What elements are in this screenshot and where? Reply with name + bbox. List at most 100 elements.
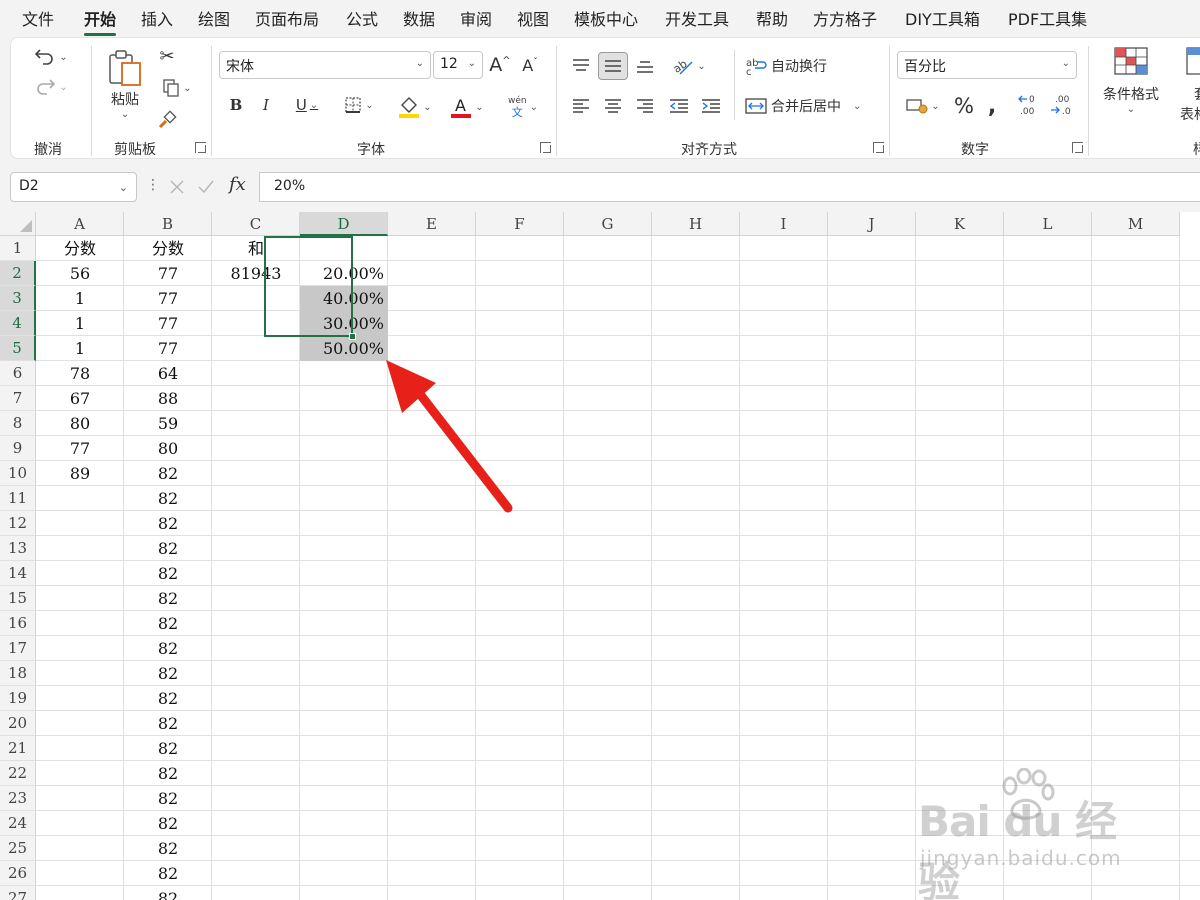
cell-a6[interactable]: 78 (36, 361, 124, 386)
cell-b13[interactable]: 82 (124, 536, 212, 561)
row-header-25[interactable]: 25 (0, 836, 36, 861)
increase-decimal-button[interactable]: 0.00 (1015, 90, 1045, 120)
font-size-combo[interactable]: 12 ⌄ (433, 51, 483, 79)
menu-data[interactable]: 数据 (403, 6, 435, 30)
row-header-19[interactable]: 19 (0, 686, 36, 711)
cell-b25[interactable]: 82 (124, 836, 212, 861)
column-header-e[interactable]: E (388, 212, 476, 236)
cell-c2[interactable]: 81943 (212, 261, 300, 286)
cell-a10[interactable]: 89 (36, 461, 124, 486)
column-header-h[interactable]: H (652, 212, 740, 236)
menu-view[interactable]: 视图 (517, 6, 549, 30)
comma-style-button[interactable]: , (981, 92, 1003, 120)
cell-b5[interactable]: 77 (124, 336, 212, 361)
wrap-text-button[interactable]: ab c 自动换行 (745, 52, 865, 80)
row-header-10[interactable]: 10 (0, 461, 36, 486)
paste-button[interactable]: 粘贴 ⌄ (103, 44, 147, 124)
row-header-22[interactable]: 22 (0, 761, 36, 786)
format-painter-button[interactable] (153, 108, 181, 132)
cell-a5[interactable]: 1 (36, 336, 124, 361)
redo-button[interactable]: ⌄ (29, 74, 73, 100)
select-all-corner[interactable] (0, 212, 36, 236)
font-name-combo[interactable]: 宋体 ⌄ (219, 51, 431, 79)
column-header-b[interactable]: B (124, 212, 212, 236)
column-header-a[interactable]: A (36, 212, 124, 236)
percent-style-button[interactable]: % (951, 92, 977, 120)
menu-pdf-tools[interactable]: PDF工具集 (1008, 6, 1087, 30)
row-header-17[interactable]: 17 (0, 636, 36, 661)
name-box[interactable]: D2 ⌄ (10, 172, 137, 202)
menu-template-center[interactable]: 模板中心 (574, 6, 638, 30)
menu-draw[interactable]: 绘图 (198, 6, 230, 30)
row-header-23[interactable]: 23 (0, 786, 36, 811)
column-header-i[interactable]: I (740, 212, 828, 236)
cell-d2[interactable]: 20.00% (300, 261, 388, 286)
more-options-icon[interactable]: ⋮ (146, 177, 160, 193)
borders-button[interactable]: ⌄ (337, 92, 381, 118)
menu-file[interactable]: 文件 (22, 6, 54, 30)
increase-font-size-button[interactable]: A^ (487, 51, 513, 79)
phonetic-guide-button[interactable]: wén 文 ⌄ (501, 92, 545, 122)
menu-developer[interactable]: 开发工具 (665, 6, 729, 30)
cell-b7[interactable]: 88 (124, 386, 212, 411)
menu-page-layout[interactable]: 页面布局 (255, 6, 319, 30)
fill-color-button[interactable]: ⌄ (393, 92, 437, 122)
decrease-indent-button[interactable] (665, 92, 693, 120)
cell-b9[interactable]: 80 (124, 436, 212, 461)
row-header-12[interactable]: 12 (0, 511, 36, 536)
row-header-18[interactable]: 18 (0, 661, 36, 686)
align-bottom-button[interactable] (631, 52, 659, 80)
fill-handle[interactable] (349, 333, 356, 340)
cell-d3[interactable]: 40.00% (300, 286, 388, 311)
cancel-icon[interactable] (169, 179, 185, 195)
row-header-5[interactable]: 5 (0, 336, 36, 361)
cell-b21[interactable]: 82 (124, 736, 212, 761)
align-right-button[interactable] (631, 92, 659, 120)
cell-b1[interactable]: 分数 (124, 236, 212, 261)
cell-b17[interactable]: 82 (124, 636, 212, 661)
cell-a9[interactable]: 77 (36, 436, 124, 461)
menu-ffgz[interactable]: 方方格子 (813, 6, 877, 30)
row-header-20[interactable]: 20 (0, 711, 36, 736)
row-header-6[interactable]: 6 (0, 361, 36, 386)
row-header-26[interactable]: 26 (0, 861, 36, 886)
row-header-27[interactable]: 27 (0, 886, 36, 900)
decrease-decimal-button[interactable]: .00.0 (1047, 90, 1077, 120)
cell-b14[interactable]: 82 (124, 561, 212, 586)
menu-help[interactable]: 帮助 (756, 6, 788, 30)
decrease-font-size-button[interactable]: Aˇ (517, 51, 543, 79)
row-header-13[interactable]: 13 (0, 536, 36, 561)
conditional-formatting-button[interactable]: 条件格式 ⌄ (1097, 46, 1165, 130)
row-header-21[interactable]: 21 (0, 736, 36, 761)
row-header-1[interactable]: 1 (0, 236, 36, 261)
dialog-launcher-icon[interactable] (195, 142, 206, 153)
column-header-m[interactable]: M (1092, 212, 1180, 236)
align-left-button[interactable] (567, 92, 595, 120)
dialog-launcher-icon[interactable] (1072, 142, 1083, 153)
cell-b2[interactable]: 77 (124, 261, 212, 286)
cell-a4[interactable]: 1 (36, 311, 124, 336)
cell-b22[interactable]: 82 (124, 761, 212, 786)
column-header-f[interactable]: F (476, 212, 564, 236)
menu-home[interactable]: 开始 (84, 6, 117, 36)
column-header-j[interactable]: J (828, 212, 916, 236)
column-header-k[interactable]: K (916, 212, 1004, 236)
accounting-format-button[interactable]: ⌄ (899, 92, 947, 120)
copy-button[interactable]: ⌄ (153, 76, 201, 100)
cell-b27[interactable]: 82 (124, 886, 212, 900)
cell-b10[interactable]: 82 (124, 461, 212, 486)
row-header-11[interactable]: 11 (0, 486, 36, 511)
menu-diy-toolbox[interactable]: DIY工具箱 (905, 6, 980, 30)
dialog-launcher-icon[interactable] (540, 142, 551, 153)
cell-b24[interactable]: 82 (124, 811, 212, 836)
cell-b11[interactable]: 82 (124, 486, 212, 511)
cell-a3[interactable]: 1 (36, 286, 124, 311)
format-as-table-button[interactable]: 套 表格格 (1167, 46, 1200, 130)
increase-indent-button[interactable] (697, 92, 725, 120)
column-header-c[interactable]: C (212, 212, 300, 236)
undo-button[interactable]: ⌄ (29, 44, 73, 70)
cell-b8[interactable]: 59 (124, 411, 212, 436)
row-header-16[interactable]: 16 (0, 611, 36, 636)
row-header-15[interactable]: 15 (0, 586, 36, 611)
row-header-3[interactable]: 3 (0, 286, 36, 311)
